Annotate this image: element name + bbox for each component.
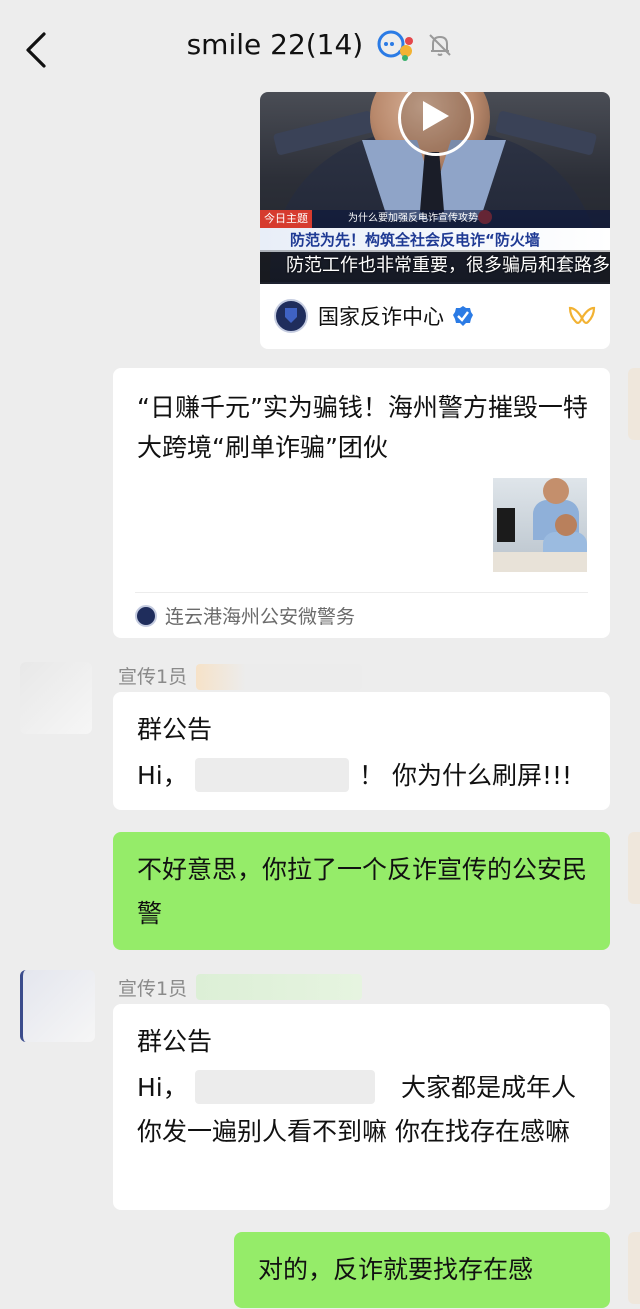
group-notice-bubble[interactable]: 群公告 Hi， 大家都是成年人 你发一遍别人看不到嘛 你在找存在感嘛 [113,1004,610,1210]
police-logo-icon [135,604,157,627]
video-banner: 今日主题 为什么要加强反电诈宣传攻势 [260,210,610,228]
verified-icon [453,306,473,326]
self-message-text: 对的，反诈就要找存在感 [258,1255,534,1284]
group-notice-bubble[interactable]: 群公告 Hi， ！ 你为什么刷屏!!! [113,692,610,810]
sender-name: 宣传1员 [118,666,188,688]
banner-headline: 防范为先！构筑全社会反电诈“防火墙 [260,228,610,252]
anti-fraud-logo-icon [274,299,308,333]
video-source-name: 国家反诈中心 [318,305,444,329]
self-avatar [628,1232,640,1304]
chat-bubbles-icon [377,30,414,61]
channels-icon [568,306,596,324]
self-message-bubble[interactable]: 不好意思，你拉了一个反诈宣传的公安民警 [113,832,610,950]
today-topic-tag: 今日主题 [260,210,312,228]
notice-text: ！ 你为什么刷屏!!! [359,761,573,790]
video-thumbnail[interactable]: 今日主题 为什么要加强反电诈宣传攻势 防范为先！构筑全社会反电诈“防火墙 防范工… [260,92,610,284]
chat-title[interactable]: smile 22(14) [187,28,364,61]
notice-greeting: Hi， [137,761,188,790]
mute-bell-icon [429,33,452,56]
chat-header: smile 22(14) [0,0,640,92]
article-thumbnail [493,478,587,572]
notice-title: 群公告 [137,1027,213,1056]
divider [135,592,588,593]
self-message-bubble[interactable]: 对的，反诈就要找存在感 [234,1232,610,1308]
notice-title: 群公告 [137,715,213,744]
notice-text: 大家都是成年人 你发一遍别人看不到嘛 你在找存在感嘛 [137,1073,577,1146]
article-source: 连云港海州公安微警务 [135,602,355,629]
redacted-text [195,758,349,792]
partial-avatar [628,368,640,440]
article-source-name: 连云港海州公安微警务 [165,606,356,628]
avatar[interactable] [20,970,95,1042]
article-title[interactable]: “日赚千元”实为骗钱！海州警方摧毁一特大跨境“刷单诈骗”团伙 [137,388,597,468]
self-message-text: 不好意思，你拉了一个反诈宣传的公安民警 [137,855,588,928]
banner-subtitle: 为什么要加强反电诈宣传攻势 [348,213,478,224]
sender-name: 宣传1员 [118,978,188,1000]
redacted-name [196,974,362,1000]
video-source: 国家反诈中心 [274,298,474,334]
video-caption: 防范工作也非常重要，很多骗局和套路多… [260,250,610,282]
article-share-card[interactable]: “日赚千元”实为骗钱！海州警方摧毁一特大跨境“刷单诈骗”团伙 连云港海州公安微警… [113,368,610,638]
avatar[interactable] [20,662,92,734]
title-wrap: smile 22(14) [0,28,640,61]
self-avatar [628,832,640,904]
redacted-name [196,664,362,690]
video-share-card[interactable]: 今日主题 为什么要加强反电诈宣传攻势 防范为先！构筑全社会反电诈“防火墙 防范工… [260,92,610,349]
